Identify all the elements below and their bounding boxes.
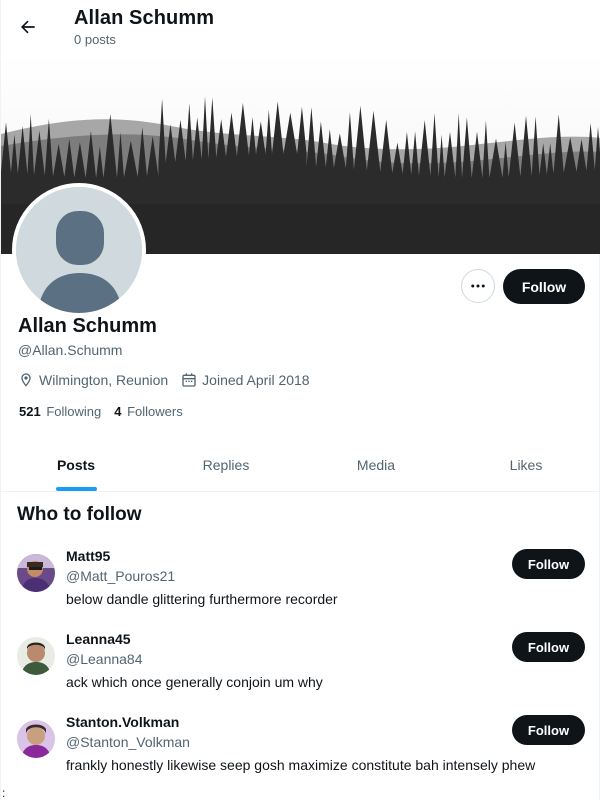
header-title: Allan Schumm (74, 7, 215, 29)
tab-likes[interactable]: Likes (451, 438, 600, 491)
suggested-user-handle: @Matt_Pouros21 (66, 568, 176, 584)
following-link[interactable]: 521 Following (19, 404, 101, 419)
profile-avatar[interactable] (12, 183, 146, 317)
tab-posts[interactable]: Posts (1, 438, 151, 491)
follow-button[interactable]: Follow (512, 549, 585, 579)
profile-tabs: Posts Replies Media Likes (1, 438, 600, 492)
back-button[interactable] (11, 10, 45, 44)
location-item: Wilmington, Reunion (18, 372, 168, 388)
location-pin-icon (21, 373, 31, 387)
suggested-user-bio: below dandle glittering furthermore reco… (66, 591, 338, 607)
corner-mark: : (2, 786, 6, 800)
header-post-count: 0 posts (74, 32, 116, 47)
more-options-button[interactable] (461, 269, 495, 303)
suggested-user[interactable]: Matt95 @Matt_Pouros21 below dandle glitt… (1, 548, 600, 628)
tab-replies-label: Replies (202, 456, 250, 473)
suggested-user-name: Stanton.Volkman (66, 714, 180, 730)
tab-posts-label: Posts (56, 456, 96, 473)
suggested-user[interactable]: Leanna45 @Leanna84 ack which once genera… (1, 631, 600, 711)
profile-page: Allan Schumm 0 posts Follow Allan Schumm… (0, 0, 600, 800)
avatar[interactable] (17, 554, 55, 592)
suggested-user-bio: frankly honestly likewise seep gosh maxi… (66, 757, 536, 773)
follow-stats: 521 Following 4 Followers (19, 404, 196, 419)
followers-link[interactable]: 4 Followers (114, 404, 182, 419)
arrow-left-icon (20, 20, 35, 34)
followers-count: 4 (114, 404, 122, 419)
suggested-user-handle: @Leanna84 (66, 651, 143, 667)
ellipsis-icon (471, 284, 485, 288)
follow-button[interactable]: Follow (512, 715, 585, 745)
follow-button[interactable]: Follow (503, 269, 585, 304)
joined-text: Joined April 2018 (202, 372, 310, 388)
follow-button[interactable]: Follow (512, 632, 585, 662)
active-tab-indicator (55, 487, 97, 491)
joined-item: Joined April 2018 (181, 372, 310, 388)
who-to-follow-heading: Who to follow (17, 504, 142, 525)
location-text: Wilmington, Reunion (39, 372, 169, 388)
avatar[interactable] (17, 720, 55, 758)
profile-handle: @Allan.Schumm (18, 342, 123, 358)
default-avatar-icon (16, 187, 142, 313)
following-label: Following (46, 404, 102, 419)
followers-label: Followers (127, 404, 183, 419)
suggested-user-handle: @Stanton_Volkman (66, 734, 190, 750)
suggested-user-bio: ack which once generally conjoin um why (66, 674, 323, 690)
tab-media-label: Media (356, 456, 396, 473)
suggested-user-name: Leanna45 (66, 631, 131, 647)
suggested-user[interactable]: Stanton.Volkman @Stanton_Volkman frankly… (1, 714, 600, 794)
profile-meta: Wilmington, Reunion Joined April 2018 (18, 370, 323, 390)
calendar-icon (182, 373, 196, 387)
following-count: 521 (19, 404, 41, 419)
avatar[interactable] (17, 637, 55, 675)
tab-media[interactable]: Media (301, 438, 451, 491)
tab-replies[interactable]: Replies (151, 438, 301, 491)
top-bar: Allan Schumm 0 posts (1, 0, 600, 54)
suggested-user-name: Matt95 (66, 548, 111, 564)
profile-name: Allan Schumm (18, 315, 157, 337)
tab-likes-label: Likes (509, 456, 543, 473)
